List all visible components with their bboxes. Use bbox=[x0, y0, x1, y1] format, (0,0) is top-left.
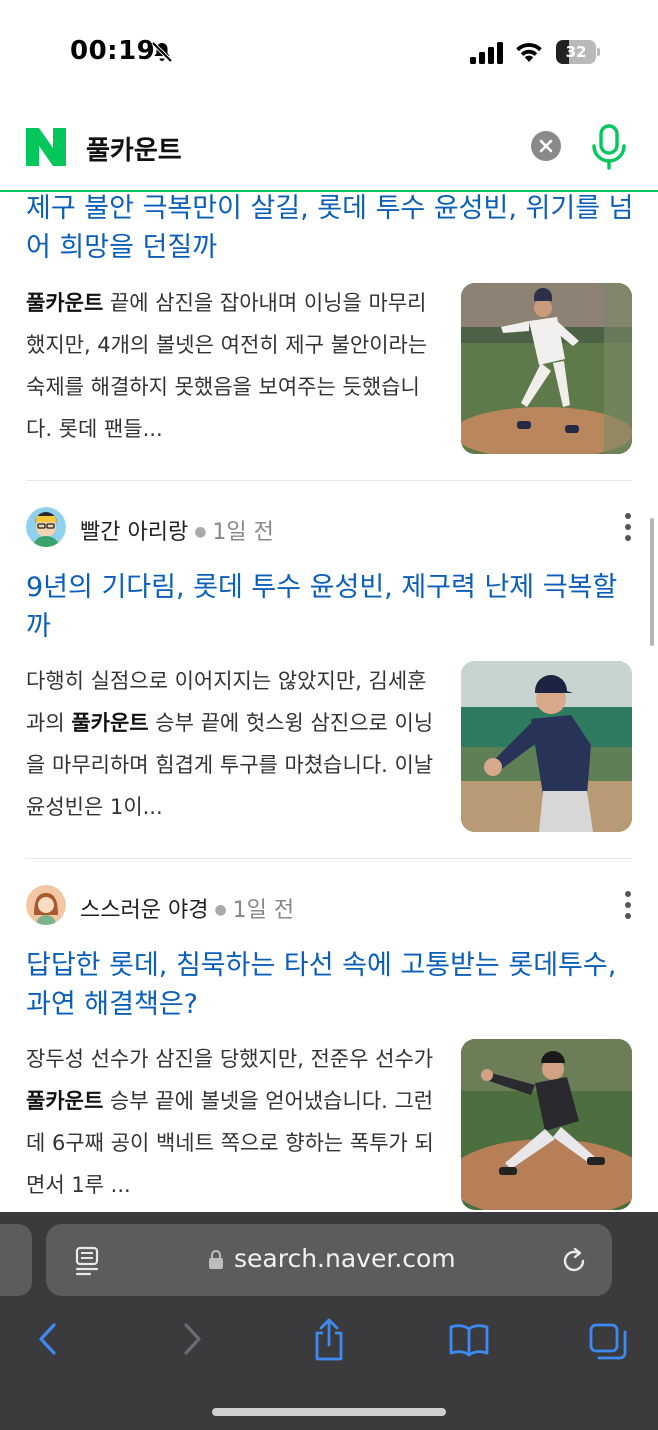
search-input[interactable]: 풀카운트 bbox=[86, 130, 182, 167]
result-snippet[interactable]: 풀카운트 끝에 삼진을 잡아내며 이닝을 마무리했지만, 4개의 볼넷은 여전히… bbox=[26, 282, 442, 450]
scroll-indicator[interactable] bbox=[650, 518, 654, 646]
result-thumbnail[interactable] bbox=[461, 661, 632, 832]
microphone-icon[interactable] bbox=[590, 124, 628, 170]
source-meta: 스스러운 야경 ● 1일 전 bbox=[80, 892, 294, 924]
result-snippet[interactable]: 장두성 선수가 삼진을 당했지만, 전준우 선수가 풀카운트 승부 끝에 볼넷을… bbox=[26, 1038, 442, 1206]
search-results: 제구 불안 극복만이 살길, 롯데 투수 윤성빈, 위기를 넘어 희망을 던질까… bbox=[0, 192, 658, 1212]
bell-slash-icon bbox=[151, 41, 173, 63]
source-meta: 빨간 아리랑 ● 1일 전 bbox=[80, 514, 274, 546]
reload-icon[interactable] bbox=[560, 1244, 588, 1274]
cellular-signal-icon bbox=[470, 42, 503, 64]
tabs-icon[interactable] bbox=[588, 1317, 628, 1361]
status-bar: 00:19 32 bbox=[0, 0, 658, 100]
battery-icon: 32 bbox=[556, 40, 600, 64]
lock-icon bbox=[209, 1250, 223, 1269]
previous-tab-url-bar[interactable] bbox=[0, 1224, 32, 1296]
clear-icon[interactable] bbox=[531, 131, 561, 161]
publish-time: 1일 전 bbox=[212, 520, 274, 545]
more-options-icon[interactable] bbox=[624, 511, 632, 543]
result-divider bbox=[26, 858, 632, 859]
result-title[interactable]: 9년의 기다림, 롯데 투수 윤성빈, 제구력 난제 극복할까 bbox=[26, 568, 634, 646]
wifi-icon bbox=[516, 42, 542, 62]
more-options-icon[interactable] bbox=[624, 889, 632, 921]
source-name: 빨간 아리랑 bbox=[80, 520, 189, 545]
url-text[interactable]: search.naver.com bbox=[234, 1244, 456, 1273]
back-icon[interactable] bbox=[36, 1317, 60, 1361]
result-snippet[interactable]: 다행히 실점으로 이어지지는 않았지만, 김세훈과의 풀카운트 승부 끝에 헛스… bbox=[26, 660, 442, 828]
snippet-text: 장두성 선수가 삼진을 당했지만, 전준우 선수가 bbox=[26, 1047, 434, 1071]
result-title[interactable]: 답답한 롯데, 침묵하는 타선 속에 고통받는 롯데투수, 과연 해결책은? bbox=[26, 946, 634, 1024]
result-thumbnail[interactable] bbox=[461, 283, 632, 454]
share-icon[interactable] bbox=[312, 1317, 346, 1361]
result-thumbnail[interactable] bbox=[461, 1039, 632, 1210]
separator-dot: ● bbox=[194, 524, 207, 540]
naver-logo-icon[interactable] bbox=[26, 128, 66, 166]
battery-body: 32 bbox=[556, 40, 596, 64]
result-divider bbox=[26, 480, 632, 481]
home-indicator[interactable] bbox=[212, 1408, 446, 1416]
avatar bbox=[26, 885, 66, 925]
safari-toolbar: search.naver.com bbox=[0, 1212, 658, 1430]
avatar bbox=[26, 507, 66, 547]
bookmarks-icon[interactable] bbox=[448, 1317, 490, 1361]
result-title[interactable]: 제구 불안 극복만이 살길, 롯데 투수 윤성빈, 위기를 넘어 희망을 던질까 bbox=[26, 192, 634, 267]
snippet-highlight: 풀카운트 bbox=[71, 711, 149, 735]
source-name: 스스러운 야경 bbox=[80, 898, 209, 923]
publish-time: 1일 전 bbox=[232, 898, 295, 923]
battery-tip bbox=[597, 48, 600, 56]
status-time: 00:19 bbox=[70, 36, 156, 66]
result-source[interactable]: 빨간 아리랑 ● 1일 전 bbox=[26, 507, 632, 547]
reader-icon[interactable] bbox=[74, 1246, 100, 1276]
snippet-highlight: 풀카운트 bbox=[26, 291, 104, 315]
search-header: 풀카운트 bbox=[0, 100, 658, 192]
battery-level: 32 bbox=[565, 43, 587, 61]
address-bar[interactable]: search.naver.com bbox=[46, 1224, 612, 1296]
snippet-highlight: 풀카운트 bbox=[26, 1089, 104, 1113]
result-source[interactable]: 스스러운 야경 ● 1일 전 bbox=[26, 885, 632, 925]
separator-dot: ● bbox=[214, 902, 227, 918]
forward-icon[interactable] bbox=[180, 1317, 204, 1361]
